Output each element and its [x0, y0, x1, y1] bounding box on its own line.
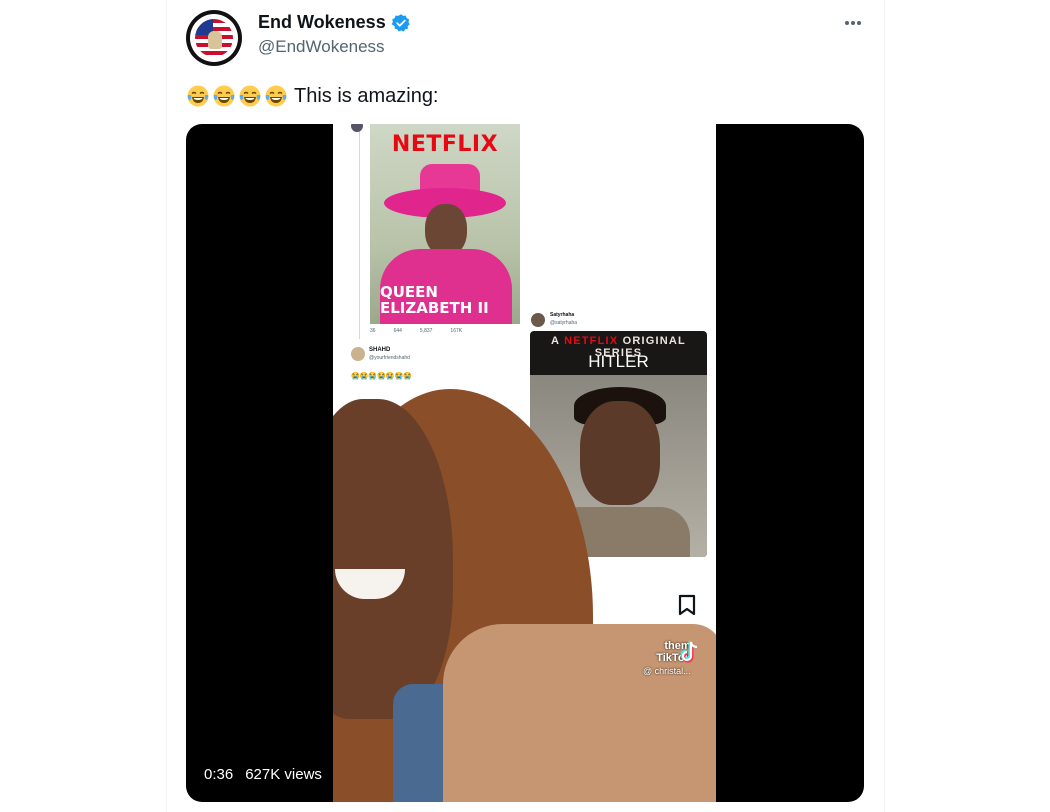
tiktok-username: @ christal...: [643, 666, 691, 676]
poster-title: QUEEN ELIZABETH II: [380, 284, 489, 316]
tiktok-watermark: them TikTok @ christal...: [643, 640, 698, 676]
avatar-figure: [208, 31, 222, 49]
satyr-handle: @satyrhaha: [550, 320, 578, 326]
emoji-group: [186, 84, 288, 108]
video-player[interactable]: NETFLIX QUEEN ELIZABETH II 36 644 5,837 …: [186, 124, 864, 802]
more-dots-icon: [845, 21, 861, 25]
stat-likes: 5,837: [419, 328, 433, 334]
tweet-text: This is amazing:: [186, 84, 439, 108]
head-shape: [580, 401, 660, 505]
author-handle[interactable]: @EndWokeness: [258, 37, 385, 57]
poster-queen-elizabeth: NETFLIX QUEEN ELIZABETH II: [370, 124, 520, 324]
verified-badge-icon[interactable]: [391, 13, 411, 33]
satyr-name: Satyrhaha: [550, 312, 575, 318]
series-prefix: A: [551, 335, 560, 347]
flag-icon: [195, 19, 233, 57]
poster2-title: HITLER: [588, 352, 649, 371]
stat-replies: 36: [370, 328, 376, 334]
tiktok-logo-icon: [680, 641, 698, 663]
face-with-tears-of-joy-icon: [213, 85, 235, 107]
timeline-border-left: [166, 0, 167, 812]
tweet-page: End Wokeness @EndWokeness This is amazin…: [0, 0, 1050, 812]
satyr-avatar: [531, 313, 545, 327]
reply-name: SHAHD: [369, 347, 391, 353]
more-options-button[interactable]: [840, 10, 866, 36]
face-with-tears-of-joy-icon: [187, 85, 209, 107]
series-brand: NETFLIX: [564, 335, 619, 347]
display-name[interactable]: End Wokeness: [258, 12, 386, 33]
reply-avatar: [351, 347, 365, 361]
thread-line: [359, 124, 360, 339]
video-frame: NETFLIX QUEEN ELIZABETH II 36 644 5,837 …: [333, 124, 716, 802]
netflix-logo: NETFLIX: [391, 132, 499, 157]
stat-retweets: 644: [393, 328, 402, 334]
poster-title-line1: QUEEN: [380, 283, 438, 301]
avatar[interactable]: [186, 10, 242, 66]
face-with-tears-of-joy-icon: [265, 85, 287, 107]
author-row: End Wokeness: [258, 12, 411, 33]
thread-avatar: [351, 124, 363, 132]
reply-emojis: 😭😭😭😭😭😭😭: [351, 373, 413, 380]
face-with-tears-of-joy-icon: [239, 85, 261, 107]
tweet-body-text: This is amazing:: [294, 84, 439, 107]
timeline-border-right: [884, 0, 885, 812]
embedded-tweet-stats: 36 644 5,837 167K: [370, 328, 462, 334]
stat-views: 167K: [450, 328, 463, 334]
video-meta-badge: 0:36 627K views: [196, 762, 330, 787]
video-views: 627K views: [245, 766, 322, 783]
bookmark-icon[interactable]: [677, 594, 697, 616]
reply-handle: @yourfriendshahd: [369, 355, 410, 361]
video-duration: 0:36: [204, 766, 234, 783]
poster-title-line2: ELIZABETH II: [380, 299, 489, 317]
